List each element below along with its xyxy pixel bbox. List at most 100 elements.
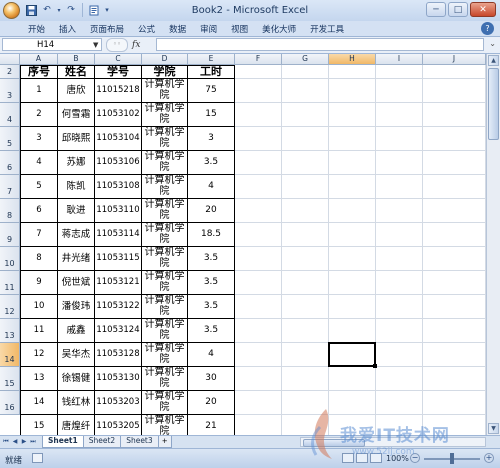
table-cell[interactable]: 75 — [188, 79, 235, 103]
normal-view-button[interactable] — [342, 453, 354, 463]
table-cell[interactable]: 20 — [188, 391, 235, 415]
empty-cell[interactable] — [376, 65, 423, 79]
empty-cell[interactable] — [423, 223, 486, 247]
empty-cell[interactable] — [282, 199, 329, 223]
empty-cell[interactable] — [282, 151, 329, 175]
table-cell[interactable]: 5 — [20, 175, 58, 199]
table-cell[interactable]: 苏娜 — [58, 151, 95, 175]
table-cell[interactable]: 11053203 — [95, 391, 142, 415]
table-cell[interactable]: 计算机学院 — [142, 319, 188, 343]
empty-cell[interactable] — [423, 319, 486, 343]
table-cell[interactable]: 3.5 — [188, 151, 235, 175]
cell-grid[interactable]: 序号 姓名 学号 学院 工时 1 唐欣 11015218 计算机学院 75 2 何雪霜 11053102… — [20, 65, 486, 435]
close-button[interactable]: ✕ — [470, 2, 496, 17]
table-cell[interactable]: 计算机学院 — [142, 199, 188, 223]
empty-cell[interactable] — [376, 415, 423, 435]
table-cell[interactable]: 计算机学院 — [142, 415, 188, 435]
table-cell[interactable]: 10 — [20, 295, 58, 319]
empty-cell[interactable] — [329, 295, 376, 319]
vertical-scroll-thumb[interactable] — [488, 68, 499, 140]
table-header-cell[interactable]: 序号 — [20, 65, 58, 79]
empty-cell[interactable] — [235, 271, 282, 295]
scroll-down-button[interactable]: ▼ — [488, 423, 499, 434]
column-header[interactable]: I — [376, 54, 423, 65]
column-header[interactable]: G — [282, 54, 329, 65]
table-cell[interactable]: 计算机学院 — [142, 127, 188, 151]
empty-cell[interactable] — [329, 271, 376, 295]
empty-cell[interactable] — [423, 175, 486, 199]
table-cell[interactable]: 潘俊玮 — [58, 295, 95, 319]
table-cell[interactable]: 3.5 — [188, 271, 235, 295]
table-cell[interactable]: 11053128 — [95, 343, 142, 367]
page-break-view-button[interactable] — [370, 453, 382, 463]
row-header[interactable]: 11 — [0, 271, 20, 295]
table-cell[interactable]: 11015218 — [95, 79, 142, 103]
macro-record-icon[interactable] — [32, 453, 43, 463]
empty-cell[interactable] — [329, 103, 376, 127]
table-cell[interactable]: 15 — [20, 415, 58, 435]
empty-cell[interactable] — [329, 79, 376, 103]
table-cell[interactable]: 12 — [20, 343, 58, 367]
table-cell[interactable]: 11053108 — [95, 175, 142, 199]
table-cell[interactable]: 11053102 — [95, 103, 142, 127]
empty-cell[interactable] — [423, 343, 486, 367]
empty-cell[interactable] — [235, 127, 282, 151]
empty-cell[interactable] — [235, 79, 282, 103]
row-header[interactable]: 16 — [0, 391, 20, 415]
empty-cell[interactable] — [376, 223, 423, 247]
table-cell[interactable]: 邱晓熙 — [58, 127, 95, 151]
table-cell[interactable]: 钱红林 — [58, 391, 95, 415]
table-cell[interactable]: 唐煌纤 — [58, 415, 95, 435]
table-cell[interactable]: 11053104 — [95, 127, 142, 151]
table-cell[interactable]: 戚鑫 — [58, 319, 95, 343]
empty-cell[interactable] — [282, 319, 329, 343]
scroll-up-button[interactable]: ▲ — [488, 55, 499, 66]
empty-cell[interactable] — [235, 151, 282, 175]
table-cell[interactable]: 计算机学院 — [142, 175, 188, 199]
empty-cell[interactable] — [376, 103, 423, 127]
column-header[interactable]: J — [423, 54, 486, 65]
table-cell[interactable]: 3.5 — [188, 247, 235, 271]
row-header[interactable]: 7 — [0, 175, 20, 199]
empty-cell[interactable] — [423, 79, 486, 103]
table-cell[interactable]: 陈凯 — [58, 175, 95, 199]
empty-cell[interactable] — [376, 319, 423, 343]
table-cell[interactable]: 21 — [188, 415, 235, 435]
empty-cell[interactable] — [235, 367, 282, 391]
empty-cell[interactable] — [423, 65, 486, 79]
row-header[interactable]: 5 — [0, 127, 20, 151]
empty-cell[interactable] — [329, 175, 376, 199]
table-cell[interactable]: 11053121 — [95, 271, 142, 295]
table-cell[interactable]: 井光绪 — [58, 247, 95, 271]
empty-cell[interactable] — [423, 367, 486, 391]
table-cell[interactable]: 吴华杰 — [58, 343, 95, 367]
table-cell[interactable]: 计算机学院 — [142, 343, 188, 367]
table-cell[interactable]: 2 — [20, 103, 58, 127]
empty-cell[interactable] — [423, 271, 486, 295]
table-cell[interactable]: 3 — [188, 127, 235, 151]
table-cell[interactable]: 4 — [188, 175, 235, 199]
empty-cell[interactable] — [282, 367, 329, 391]
empty-cell[interactable] — [282, 295, 329, 319]
empty-cell[interactable] — [282, 127, 329, 151]
empty-cell[interactable] — [423, 295, 486, 319]
empty-cell[interactable] — [329, 415, 376, 435]
name-box[interactable]: H14 — [2, 38, 102, 51]
empty-cell[interactable] — [376, 247, 423, 271]
horizontal-scrollbar[interactable] — [300, 437, 486, 447]
table-cell[interactable]: 3 — [20, 127, 58, 151]
row-header[interactable]: 13 — [0, 319, 20, 343]
empty-cell[interactable] — [329, 65, 376, 79]
empty-cell[interactable] — [423, 391, 486, 415]
empty-cell[interactable] — [282, 271, 329, 295]
table-cell[interactable]: 15 — [188, 103, 235, 127]
column-header[interactable]: B — [58, 54, 95, 65]
table-header-cell[interactable]: 工时 — [188, 65, 235, 79]
column-header[interactable]: H — [329, 54, 376, 65]
empty-cell[interactable] — [282, 247, 329, 271]
empty-cell[interactable] — [235, 199, 282, 223]
empty-cell[interactable] — [376, 151, 423, 175]
table-cell[interactable]: 11053110 — [95, 199, 142, 223]
table-cell[interactable]: 11053205 — [95, 415, 142, 435]
empty-cell[interactable] — [235, 223, 282, 247]
